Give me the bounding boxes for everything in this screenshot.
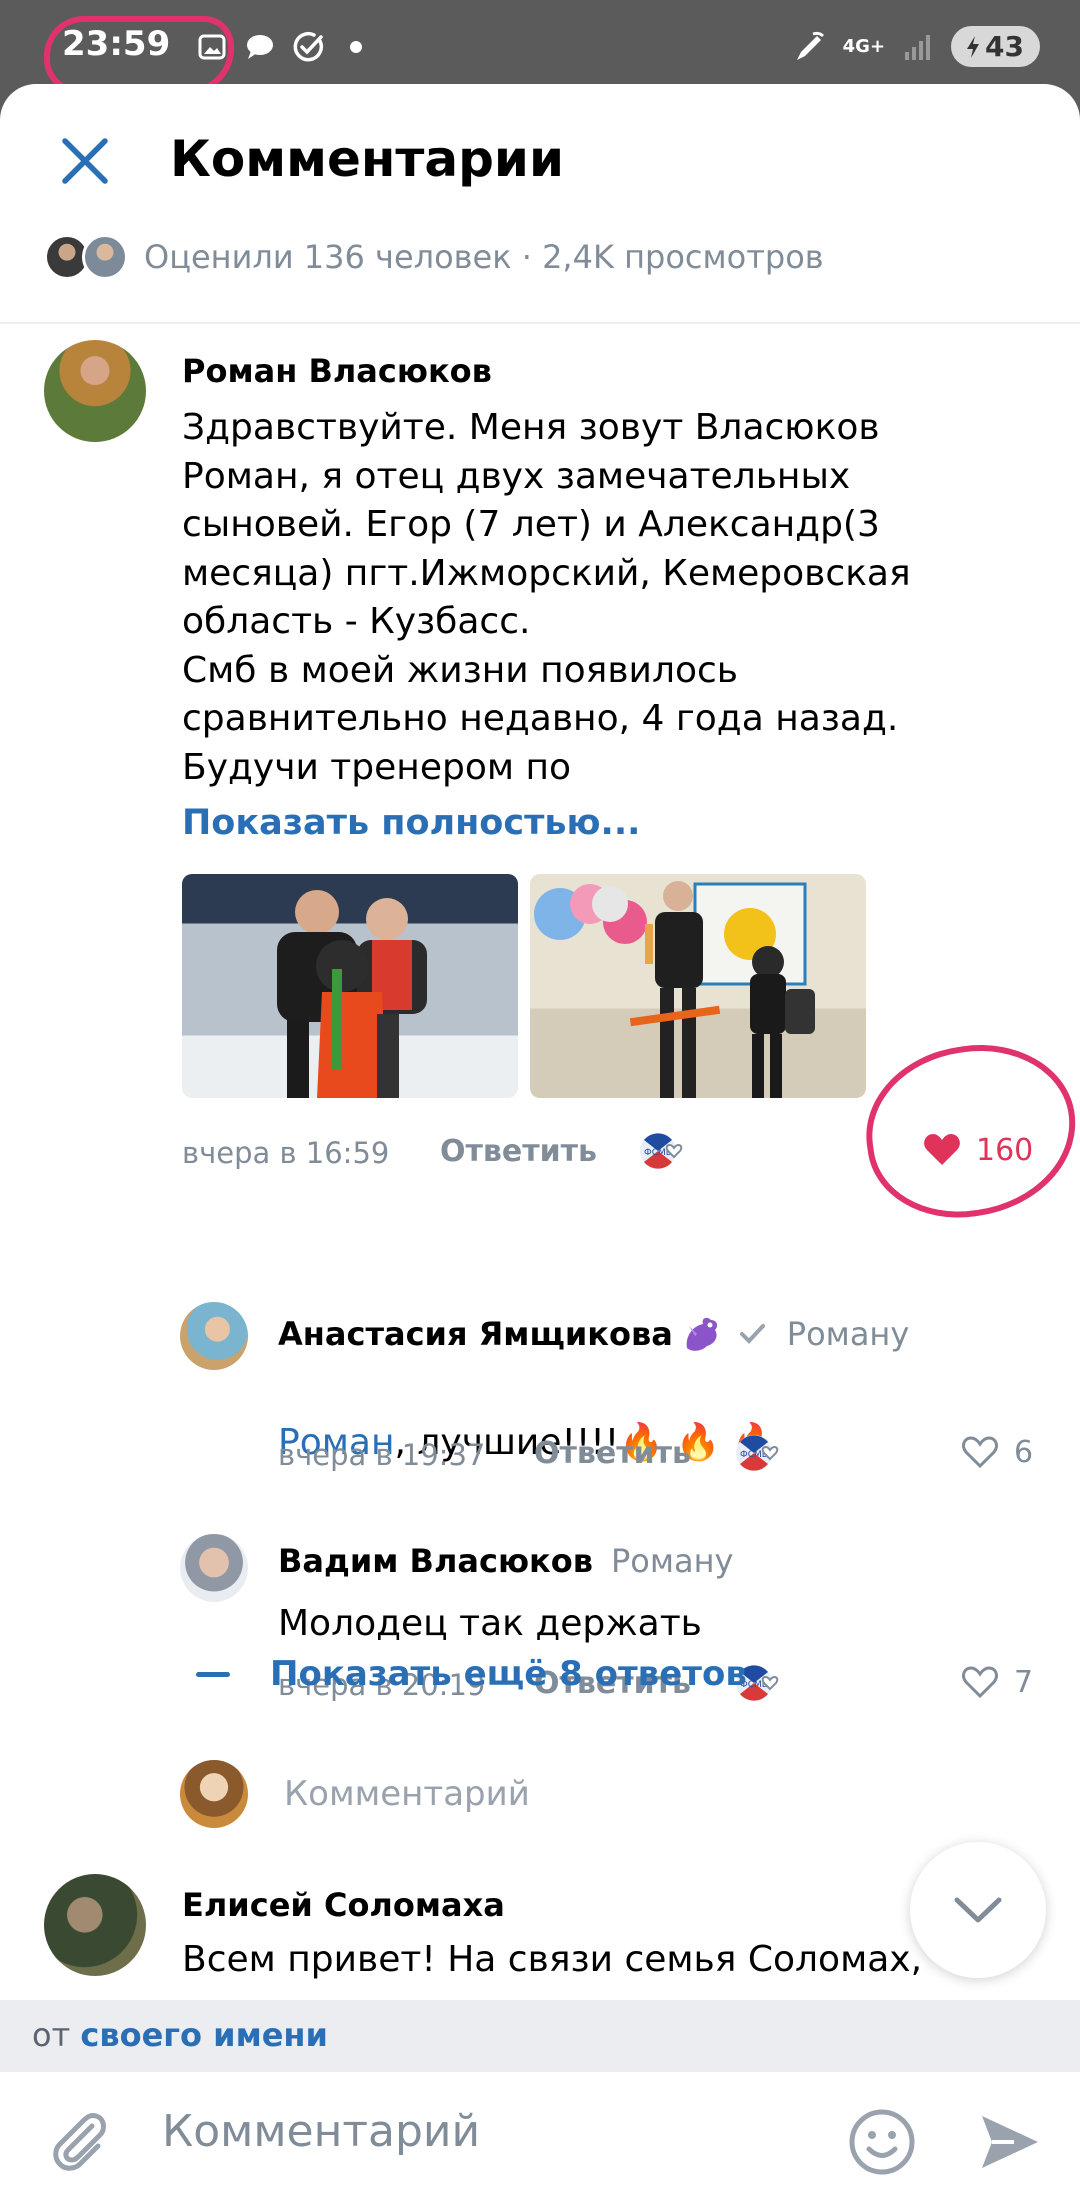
- battery-level: 43: [985, 30, 1024, 63]
- image-notification-icon: [195, 30, 229, 64]
- reply-author-line: Вадим Власюков Роману: [278, 1542, 733, 1580]
- close-button[interactable]: [52, 128, 118, 194]
- thread-reply-input[interactable]: Комментарий: [180, 1760, 530, 1828]
- comments-sheet: Комментарии Оценили 136 человек · 2,4K п…: [0, 84, 1080, 2205]
- send-icon: [982, 2116, 1038, 2168]
- avatar[interactable]: [180, 1534, 248, 1602]
- liker-avatar: [82, 234, 128, 280]
- reply-author[interactable]: Вадим Власюков: [278, 1542, 593, 1580]
- network-type: 4G+: [842, 36, 886, 57]
- reply-author-line: Анастасия Ямщикова Роману: [278, 1312, 909, 1356]
- comment-author[interactable]: Елисей Соломаха: [182, 1886, 505, 1924]
- comment-input[interactable]: Комментарий: [162, 2106, 480, 2157]
- avatar[interactable]: [44, 1874, 146, 1976]
- scroll-down-button[interactable]: [910, 1842, 1046, 1978]
- comment-text: Всем привет! На связи семья Соломах,: [182, 1939, 923, 1980]
- collapse-dash-icon: [196, 1671, 230, 1677]
- page-title: Комментарии: [170, 130, 564, 188]
- pen-icon: [793, 30, 827, 64]
- like-button[interactable]: 7: [960, 1664, 1033, 1700]
- likes-views-text: Оценили 136 человек · 2,4K просмотров: [144, 238, 824, 276]
- comment-photo[interactable]: [530, 874, 866, 1098]
- comment-timestamp: вчера в 16:59: [182, 1136, 390, 1170]
- emoji-button[interactable]: [848, 2108, 916, 2180]
- dot-icon: [339, 30, 373, 64]
- dragon-emoji-icon: [686, 1317, 717, 1351]
- avatar[interactable]: [180, 1302, 248, 1370]
- paperclip-icon: [53, 2113, 106, 2171]
- hockey-photo-scene: [277, 890, 427, 1098]
- notification-icons: [195, 30, 373, 64]
- send-button[interactable]: [978, 2112, 1042, 2176]
- post-as-bar: от своего имени: [0, 2000, 1080, 2072]
- my-avatar: [180, 1760, 248, 1828]
- comment-composer: Комментарий: [0, 2072, 1080, 2205]
- sheet-header: Комментарии Оценили 136 человек · 2,4K п…: [0, 84, 1080, 324]
- post-as-line: от своего имени: [32, 2016, 328, 2054]
- post-as-prefix: от: [32, 2016, 71, 2054]
- comment-author[interactable]: Роман Власюков: [182, 352, 492, 390]
- comment-photo[interactable]: [182, 874, 518, 1098]
- likers-summary[interactable]: Оценили 136 человек · 2,4K просмотров: [44, 234, 824, 280]
- close-icon: [62, 138, 108, 184]
- training-photo-scene: [534, 881, 815, 1098]
- status-bar: 23:59 4G+ 43: [0, 0, 1080, 94]
- reply-to-label[interactable]: Роману: [787, 1315, 909, 1353]
- post-as-selector[interactable]: своего имени: [80, 2016, 328, 2054]
- reply-item: Анастасия Ямщикова Роману Роман, лучшие!…: [0, 1204, 1080, 1472]
- signal-icon: [901, 30, 935, 64]
- reply-item: Вадим Власюков Роману Молодец так держат…: [0, 1434, 1080, 1702]
- chevron-down-icon: [954, 1897, 1002, 1923]
- attach-button[interactable]: [48, 2108, 110, 2178]
- show-more-link[interactable]: Показать полностью...: [182, 803, 640, 843]
- show-more-replies-button[interactable]: Показать ещё 8 ответов: [196, 1654, 747, 1694]
- check-circle-icon: [291, 30, 325, 64]
- show-more-replies-label: Показать ещё 8 ответов: [270, 1654, 747, 1694]
- battery-indicator: 43: [951, 26, 1040, 67]
- status-time: 23:59: [62, 24, 171, 64]
- smile-icon: [849, 2109, 915, 2175]
- reply-author[interactable]: Анастасия Ямщикова: [278, 1315, 673, 1353]
- reply-text: Молодец так держать: [278, 1603, 702, 1644]
- comment-text: Здравствуйте. Меня зовут Власюков Роман,…: [182, 407, 911, 788]
- community-badge-like-icon[interactable]: ФСМБ: [636, 1128, 688, 1174]
- verified-check-icon: [739, 1324, 765, 1344]
- reply-to-label[interactable]: Роману: [611, 1542, 733, 1580]
- like-count: 7: [1014, 1664, 1034, 1700]
- avatar[interactable]: [44, 340, 146, 442]
- reply-button[interactable]: Ответить: [440, 1134, 597, 1169]
- message-notification-icon: [243, 30, 277, 64]
- heart-outline-icon: [962, 1666, 998, 1699]
- thread-reply-placeholder: Комментарий: [284, 1774, 530, 1814]
- system-icons: 4G+ 43: [793, 26, 1040, 67]
